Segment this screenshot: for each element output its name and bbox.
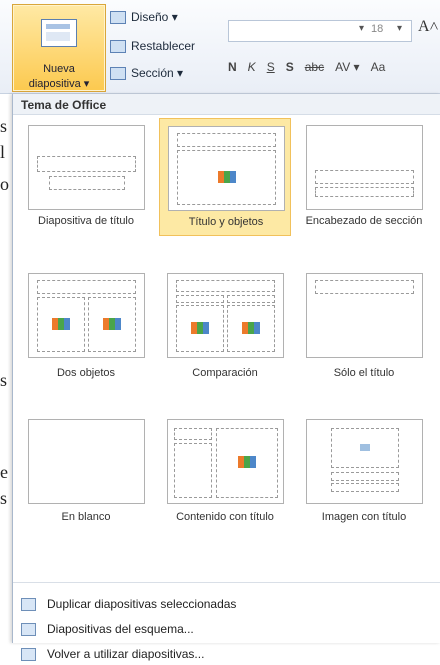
change-case-button[interactable]: Aa [371, 60, 386, 74]
duplicate-slides-menu-item[interactable]: Duplicar diapositivas seleccionadas [13, 593, 440, 615]
reset-icon [110, 39, 126, 53]
layout-label: Diapositiva de título [38, 215, 134, 227]
layout-thumbnail [168, 126, 285, 211]
font-dropdown-icon[interactable]: ▾ [359, 23, 364, 34]
title-placeholder [176, 280, 275, 292]
new-slide-button[interactable]: Nueva diapositiva ▾ [12, 4, 106, 92]
gallery-header: Tema de Office [13, 94, 440, 115]
layout-label: Imagen con título [321, 511, 407, 523]
slides-from-outline-menu-item[interactable]: Diapositivas del esquema... [13, 618, 440, 640]
background-text-fragment: l [0, 142, 6, 162]
strikethrough-button[interactable]: abc [305, 60, 324, 74]
layout-label: Contenido con título [176, 511, 274, 523]
character-spacing-button[interactable]: AV ▾ [335, 60, 359, 74]
title-placeholder [177, 133, 276, 147]
text-placeholder [331, 483, 399, 492]
ribbon: Nueva diapositiva ▾ Diseño ▾ Restablecer… [0, 0, 440, 94]
layout-title-only[interactable]: Sólo el título [298, 266, 430, 384]
layout-thumbnail [28, 125, 145, 210]
heading-placeholder-left [176, 295, 224, 303]
underline-button[interactable]: S [267, 60, 275, 74]
section-icon [110, 66, 126, 80]
reset-label: Restablecer [131, 39, 196, 53]
layout-label: En blanco [61, 511, 111, 523]
title-placeholder [37, 156, 136, 172]
reuse-slides-menu-item[interactable]: Volver a utilizar diapositivas... [13, 643, 440, 665]
background-text-fragment: s [0, 116, 8, 136]
layout-title-slide[interactable]: Diapositiva de título [20, 118, 152, 236]
shadow-button[interactable]: S [286, 60, 294, 74]
layout-label: Sólo el título [333, 367, 395, 379]
layout-thumbnail [306, 419, 423, 504]
new-slide-label-line2: diapositiva ▾ [28, 78, 90, 90]
layout-blank[interactable]: En blanco [20, 412, 152, 530]
layout-thumbnail [167, 273, 284, 358]
menu-item-label: Duplicar diapositivas seleccionadas [47, 597, 237, 611]
font-size-dropdown-icon[interactable]: ▾ [397, 23, 402, 34]
title-placeholder [331, 472, 399, 481]
duplicate-slides-icon [21, 597, 36, 611]
section-label: Sección ▾ [131, 66, 184, 80]
subtitle-placeholder [49, 176, 125, 190]
format-buttons: N K S S abc AV ▾ Aa [228, 60, 385, 74]
italic-button[interactable]: K [248, 60, 256, 74]
picture-icon [360, 444, 370, 451]
content-picture-icon [218, 171, 236, 183]
layout-label: Comparación [192, 367, 258, 379]
section-button[interactable]: Sección ▾ [110, 64, 183, 82]
font-name-box[interactable]: ▾ 18 ▾ [228, 20, 412, 42]
title-placeholder [37, 280, 136, 294]
new-slide-gallery: Tema de Office Diapositiva de título Tít… [12, 94, 440, 661]
layout-label: Dos objetos [56, 367, 116, 379]
text-placeholder [315, 187, 414, 197]
grow-font-button[interactable]: A˄ [418, 18, 439, 36]
layout-label: Diseño ▾ [131, 10, 178, 24]
background-text-fragment: e [0, 462, 8, 482]
layout-title-and-content[interactable]: Título y objetos [159, 118, 291, 236]
layout-icon [110, 10, 126, 24]
content-picture-icon [238, 456, 256, 468]
layout-two-content[interactable]: Dos objetos [20, 266, 152, 384]
new-slide-icon [41, 19, 77, 47]
new-slide-label-line1: Nueva [43, 63, 75, 75]
layout-thumbnail [167, 419, 284, 504]
background-text-fragment: o [0, 174, 9, 194]
font-size-value[interactable]: 18 [371, 23, 383, 35]
layout-label: Encabezado de sección [305, 215, 423, 227]
content-picture-icon [191, 322, 209, 334]
heading-placeholder-right [227, 295, 275, 303]
layout-thumbnail [306, 125, 423, 210]
layout-thumbnail [28, 419, 145, 504]
content-picture-icon [52, 318, 70, 330]
layout-thumbnail [306, 273, 423, 358]
layout-content-with-caption[interactable]: Contenido con título [159, 412, 291, 530]
menu-item-label: Volver a utilizar diapositivas... [47, 647, 205, 661]
outline-slides-icon [21, 622, 36, 636]
bold-button[interactable]: N [228, 60, 237, 74]
layout-button[interactable]: Diseño ▾ [110, 8, 178, 26]
layout-picture-with-caption[interactable]: Imagen con título [298, 412, 430, 530]
gallery-title: Tema de Office [21, 98, 107, 112]
background-text-fragment: s [0, 488, 8, 508]
menu-divider [13, 582, 440, 583]
content-picture-icon [103, 318, 121, 330]
layout-label: Título y objetos [188, 216, 264, 228]
reuse-slides-icon [21, 647, 36, 661]
background-text-fragment: s [0, 370, 8, 390]
title-placeholder [174, 428, 212, 440]
layout-comparison[interactable]: Comparación [159, 266, 291, 384]
layout-thumbnail [28, 273, 145, 358]
title-placeholder [315, 280, 414, 294]
content-picture-icon [242, 322, 260, 334]
menu-item-label: Diapositivas del esquema... [47, 622, 194, 636]
title-placeholder [315, 170, 414, 184]
layout-section-header[interactable]: Encabezado de sección [298, 118, 430, 236]
reset-button[interactable]: Restablecer [110, 37, 195, 55]
text-placeholder [174, 443, 212, 498]
